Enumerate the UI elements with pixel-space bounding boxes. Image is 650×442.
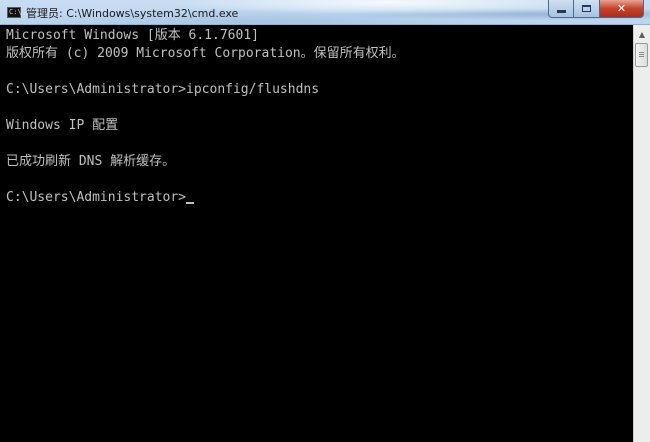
window-title: 管理员: C:\Windows\system32\cmd.exe — [26, 7, 239, 20]
cmd-window: C:\ 管理员: C:\Windows\system32\cmd.exe ✕ M… — [0, 0, 650, 442]
grip-icon — [639, 52, 644, 58]
cmd-icon[interactable]: C:\ — [7, 7, 22, 18]
maximize-button[interactable] — [574, 0, 600, 18]
console-line: Windows IP 配置 — [6, 118, 119, 133]
console-line: 版权所有 (c) 2009 Microsoft Corporation。保留所有… — [6, 46, 405, 61]
vertical-scrollbar[interactable]: ▲ — [633, 25, 650, 442]
caption-buttons: ✕ — [548, 0, 644, 18]
minimize-button[interactable] — [548, 0, 574, 18]
cmd-icon-glyph: C:\ — [9, 8, 22, 16]
console-line: 已成功刷新 DNS 解析缓存。 — [6, 154, 176, 169]
scroll-up-icon: ▲ — [638, 29, 646, 39]
close-icon: ✕ — [616, 2, 627, 15]
maximize-icon — [582, 5, 591, 12]
minimize-icon — [556, 10, 566, 13]
close-button[interactable]: ✕ — [600, 0, 644, 18]
scroll-thumb[interactable] — [635, 43, 648, 67]
console-prompt-line[interactable]: C:\Users\Administrator> — [6, 189, 633, 207]
console-line: Microsoft Windows [版本 6.1.7601] — [6, 28, 259, 43]
text-cursor — [186, 202, 195, 204]
console-line: C:\Users\Administrator>ipconfig/flushdns — [6, 82, 320, 97]
title-bar[interactable]: C:\ 管理员: C:\Windows\system32\cmd.exe ✕ — [0, 0, 650, 25]
console-output[interactable]: Microsoft Windows [版本 6.1.7601] 版权所有 (c)… — [0, 25, 633, 442]
console-prompt: C:\Users\Administrator> — [6, 190, 187, 205]
scroll-up-button[interactable]: ▲ — [635, 26, 649, 42]
